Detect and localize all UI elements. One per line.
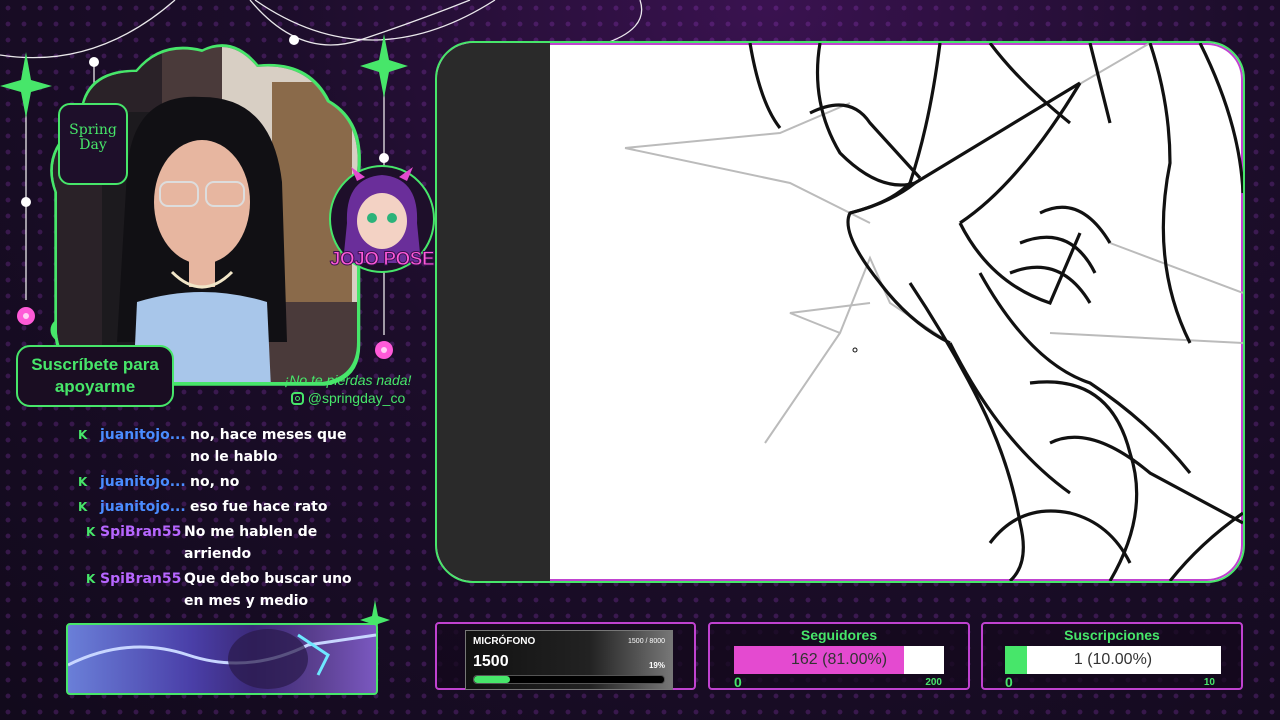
kick-icon: K [86, 572, 96, 586]
chat-message: Kjuanitojo... no, no [78, 471, 378, 493]
chat-username: juanitojo... [100, 474, 186, 490]
chat-message: Kjuanitojo... eso fue hace rato [78, 496, 378, 518]
kick-icon: K [78, 428, 88, 442]
instagram-icon [290, 391, 304, 405]
art-banner [66, 623, 378, 695]
chat-text: no, no [190, 474, 240, 490]
microphone-progress-fill [474, 676, 511, 683]
followers-progress-bar: 162 (81.00%) [734, 646, 944, 674]
microphone-percent: 19% [648, 661, 665, 670]
followers-min: 0 [734, 674, 742, 690]
chat-username: juanitojo... [100, 427, 186, 443]
microphone-range: 1500 / 8000 [628, 638, 665, 645]
chat-text: Que debo buscar uno en mes y medio [184, 571, 352, 609]
microphone-panel: MICRÓFONO 1500 / 8000 1500 19% [465, 630, 673, 690]
subscriptions-title: Suscripciones [1064, 627, 1160, 643]
chat-text: no, hace meses que no le hablo [190, 427, 347, 465]
kick-icon: K [78, 475, 88, 489]
chat-text: eso fue hace rato [190, 499, 328, 515]
chat-message: K SpiBran55 No me hablen de arriendo [78, 521, 378, 565]
followers-progress-text: 162 (81.00%) [790, 651, 888, 668]
microphone-title: MICRÓFONO [473, 636, 536, 647]
subscriptions-progress-bar: 1 (10.00%) [1005, 646, 1221, 674]
canvas-side-panel [437, 43, 550, 581]
social-tagline: ¡No te pierdas nada! [284, 372, 412, 388]
kick-icon: K [78, 500, 88, 514]
social-handle: @springday_co [307, 390, 406, 406]
subscribe-prompt: Suscríbete para apoyarme [16, 345, 174, 407]
followers-title: Seguidores [800, 627, 878, 643]
social-callout: ¡No te pierdas nada! @springday_co [264, 372, 432, 406]
subscriptions-progress-text: 1 (10.00%) [1073, 651, 1153, 668]
subscriptions-min: 0 [1005, 674, 1013, 690]
chat-username: juanitojo... [100, 499, 186, 515]
microphone-value: 1500 [473, 653, 509, 670]
chat-text: No me hablen de arriendo [184, 524, 318, 562]
subscriptions-max: 10 [1203, 677, 1215, 688]
microphone-progress-track [473, 675, 665, 684]
chat-username: SpiBran55 [100, 571, 182, 587]
microphone-goal-widget: MICRÓFONO 1500 / 8000 1500 19% [435, 622, 696, 690]
emote-label: JOJO POSE [329, 249, 435, 271]
channel-logo-badge: Spring Day [58, 103, 128, 185]
kick-icon: K [86, 525, 96, 539]
chat-message: K SpiBran55 Que debo buscar uno en mes y m… [78, 568, 378, 612]
subscriptions-goal-widget: Suscripciones 1 (10.00%) 0 10 [981, 622, 1243, 690]
drawing-canvas-frame [435, 41, 1245, 583]
drawing-canvas[interactable] [550, 43, 1243, 581]
followers-goal-widget: Seguidores 162 (81.00%) 0 200 [708, 622, 970, 690]
followers-max: 200 [925, 677, 942, 688]
chat-message: Kjuanitojo... no, hace meses que no le ha… [78, 424, 378, 468]
chat-username: SpiBran55 [100, 524, 182, 540]
chat-overlay: Kjuanitojo... no, hace meses que no le ha… [78, 424, 378, 615]
